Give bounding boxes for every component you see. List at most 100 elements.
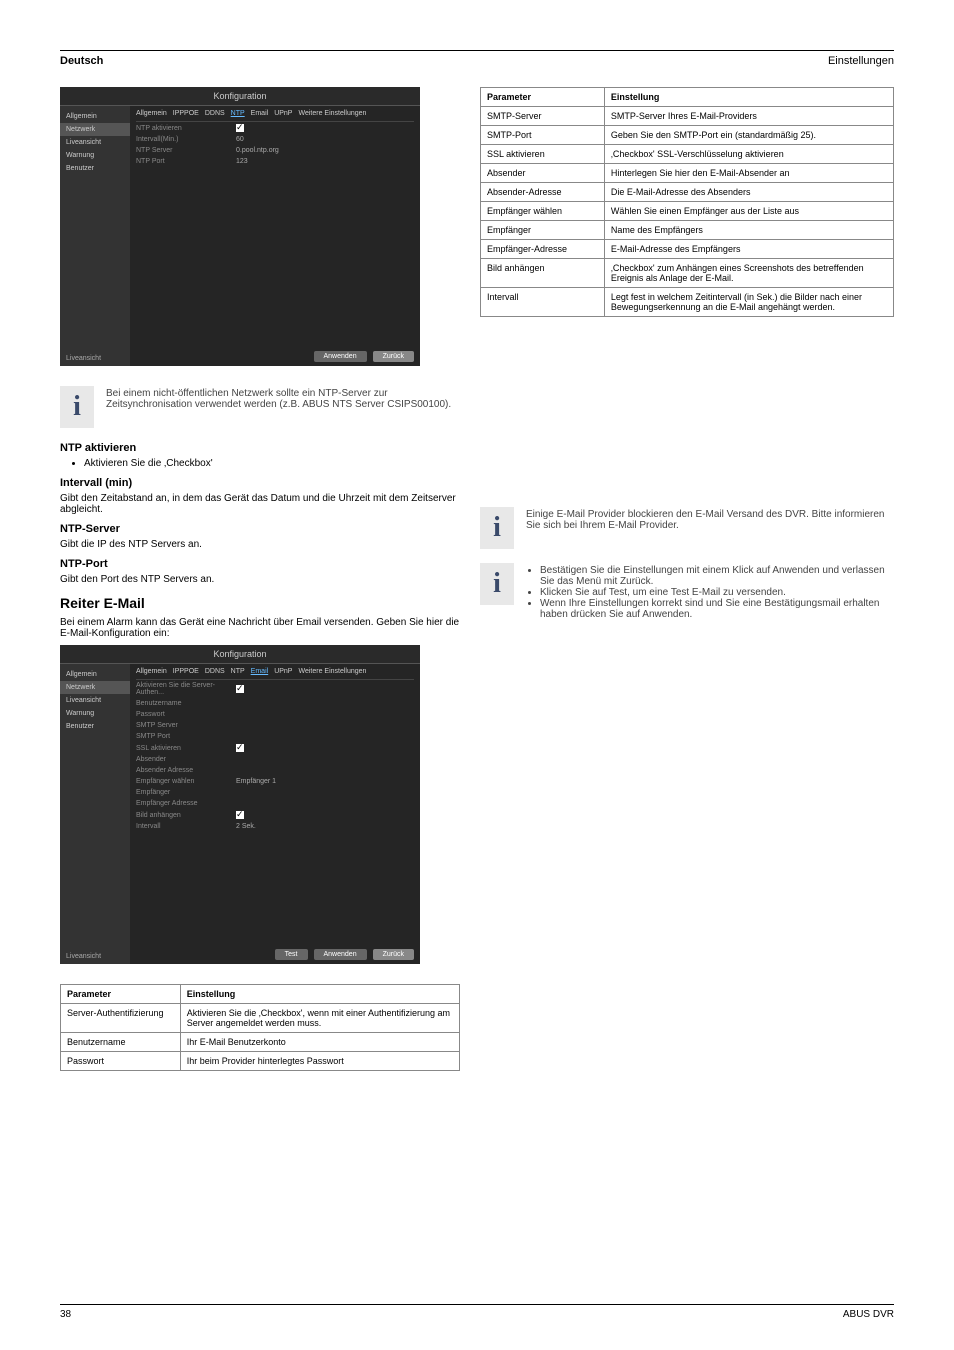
ntp-port-text: Gibt den Port des NTP Servers an. xyxy=(60,574,460,585)
tab-allgemein[interactable]: Allgemein xyxy=(136,110,167,117)
table1-h1: Parameter xyxy=(61,985,181,1004)
ntp-info-text: Bei einem nicht-öffentlichen Netzwerk so… xyxy=(106,386,460,410)
table-cell: ‚Checkbox' SSL-Verschlüsselung aktiviere… xyxy=(604,145,893,164)
email-ssl-checkbox[interactable] xyxy=(236,744,244,752)
table-cell: Passwort xyxy=(61,1052,181,1071)
tab-weitere[interactable]: Weitere Einstellungen xyxy=(298,110,366,117)
ntp-interval-value[interactable]: 60 xyxy=(236,136,244,143)
ntp-shot-sidebar: Allgemein Netzwerk Liveansicht Warnung B… xyxy=(60,106,130,366)
tab-upnp[interactable]: UPnP xyxy=(274,110,292,117)
sidebar-item-allgemein[interactable]: Allgemein xyxy=(60,110,130,123)
email-auth-label: Aktivieren Sie die Server-Authen... xyxy=(136,682,236,696)
table2-h2: Einstellung xyxy=(604,88,893,107)
tab-allgemein[interactable]: Allgemein xyxy=(136,668,167,675)
tab-weitere[interactable]: Weitere Einstellungen xyxy=(298,668,366,675)
email-recvaddr-label: Empfänger Adresse xyxy=(136,800,236,807)
tab-email[interactable]: Email xyxy=(251,110,269,117)
ntp-row-interval-label: Intervall(Min.) xyxy=(136,136,236,143)
email-senderaddr-label: Absender Adresse xyxy=(136,767,236,774)
email-liveansicht-label[interactable]: Liveansicht xyxy=(66,953,101,960)
email-attach-label: Bild anhängen xyxy=(136,812,236,819)
ntp-server-text: Gibt die IP des NTP Servers an. xyxy=(60,539,460,550)
tab-ntp[interactable]: NTP xyxy=(231,110,245,117)
email-apply-button[interactable]: Anwenden xyxy=(314,949,367,960)
email-test-button[interactable]: Test xyxy=(275,949,308,960)
sidebar-item-warnung[interactable]: Warnung xyxy=(60,707,130,720)
ntp-server-value[interactable]: 0.pool.ntp.org xyxy=(236,147,279,154)
tab-ddns[interactable]: DDNS xyxy=(205,110,225,117)
ntp-port-value[interactable]: 123 xyxy=(236,158,248,165)
email-smtp-label: SMTP Server xyxy=(136,722,236,729)
info-icon: i xyxy=(480,507,514,549)
table-cell: Absender-Adresse xyxy=(481,183,605,202)
table-cell: Empfänger-Adresse xyxy=(481,240,605,259)
tab-ddns[interactable]: DDNS xyxy=(205,668,225,675)
ntp-config-screenshot: Konfiguration Allgemein Netzwerk Liveans… xyxy=(60,87,420,366)
ntp-back-button[interactable]: Zurück xyxy=(373,351,414,362)
tab-ntp[interactable]: NTP xyxy=(231,668,245,675)
tab-email[interactable]: Email xyxy=(251,668,269,675)
tab-ipppoe[interactable]: IPPPOE xyxy=(173,110,199,117)
email-interval-value[interactable]: 2 Sek. xyxy=(236,823,256,830)
sidebar-item-benutzer[interactable]: Benutzer xyxy=(60,162,130,175)
ntp-server-heading: NTP-Server xyxy=(60,523,460,535)
table-cell: ‚Checkbox' zum Anhängen eines Screenshot… xyxy=(604,259,893,288)
email-params-table-2: Parameter Einstellung SMTP-ServerSMTP-Se… xyxy=(480,87,894,317)
footer-page-number: 38 xyxy=(60,1309,71,1320)
footer-product: ABUS DVR xyxy=(843,1309,894,1320)
ntp-enable-checkbox[interactable] xyxy=(236,124,244,132)
table-cell: Name des Empfängers xyxy=(604,221,893,240)
email-info-1: Einige E-Mail Provider blockieren den E-… xyxy=(526,507,894,531)
ntp-interval-heading: Intervall (min) xyxy=(60,477,460,489)
table-cell: Die E-Mail-Adresse des Absenders xyxy=(604,183,893,202)
table-cell: Ihr E-Mail Benutzerkonto xyxy=(180,1033,459,1052)
table-cell: Intervall xyxy=(481,288,605,317)
page-lang-header: Deutsch xyxy=(60,55,103,67)
ntp-shot-title: Konfiguration xyxy=(60,87,420,106)
table-cell: SMTP-Port xyxy=(481,126,605,145)
sidebar-item-netzwerk[interactable]: Netzwerk xyxy=(60,681,130,694)
email-info-2b: Klicken Sie auf Test, um eine Test E-Mai… xyxy=(540,587,894,598)
info-icon: i xyxy=(480,563,514,605)
sidebar-item-warnung[interactable]: Warnung xyxy=(60,149,130,162)
sidebar-item-netzwerk[interactable]: Netzwerk xyxy=(60,123,130,136)
table-cell: Empfänger xyxy=(481,221,605,240)
email-params-table-1: Parameter Einstellung Server-Authentifiz… xyxy=(60,984,460,1071)
email-intro-text: Bei einem Alarm kann das Gerät eine Nach… xyxy=(60,617,460,639)
email-section-heading: Reiter E-Mail xyxy=(60,595,460,611)
email-back-button[interactable]: Zurück xyxy=(373,949,414,960)
email-user-label: Benutzername xyxy=(136,700,236,707)
email-shot-title: Konfiguration xyxy=(60,645,420,664)
sidebar-item-liveansicht[interactable]: Liveansicht xyxy=(60,136,130,149)
sidebar-item-benutzer[interactable]: Benutzer xyxy=(60,720,130,733)
table-cell: Empfänger wählen xyxy=(481,202,605,221)
tab-upnp[interactable]: UPnP xyxy=(274,668,292,675)
table-cell: Hinterlegen Sie hier den E-Mail-Absender… xyxy=(604,164,893,183)
ntp-port-heading: NTP-Port xyxy=(60,558,460,570)
email-recvsel-value[interactable]: Empfänger 1 xyxy=(236,778,276,785)
ntp-enable-text: Aktivieren Sie die ‚Checkbox' xyxy=(84,458,460,469)
email-config-screenshot: Konfiguration Allgemein Netzwerk Liveans… xyxy=(60,645,420,964)
table-cell: SSL aktivieren xyxy=(481,145,605,164)
email-info-2c: Wenn Ihre Einstellungen korrekt sind und… xyxy=(540,598,894,620)
table-cell: Aktivieren Sie die ‚Checkbox', wenn mit … xyxy=(180,1004,459,1033)
sidebar-item-allgemein[interactable]: Allgemein xyxy=(60,668,130,681)
sidebar-item-liveansicht[interactable]: Liveansicht xyxy=(60,694,130,707)
table-cell: Wählen Sie einen Empfänger aus der Liste… xyxy=(604,202,893,221)
page-section-header: Einstellungen xyxy=(828,55,894,67)
ntp-row-port-label: NTP Port xyxy=(136,158,236,165)
ntp-apply-button[interactable]: Anwenden xyxy=(314,351,367,362)
ntp-liveansicht-label[interactable]: Liveansicht xyxy=(66,355,101,362)
email-recvsel-label: Empfänger wählen xyxy=(136,778,236,785)
table-cell: SMTP-Server xyxy=(481,107,605,126)
email-interval-label: Intervall xyxy=(136,823,236,830)
ntp-row-server-label: NTP Server xyxy=(136,147,236,154)
ntp-enable-heading: NTP aktivieren xyxy=(60,442,460,454)
table1-h2: Einstellung xyxy=(180,985,459,1004)
email-attach-checkbox[interactable] xyxy=(236,811,244,819)
table-cell: Benutzername xyxy=(61,1033,181,1052)
table-cell: Geben Sie den SMTP-Port ein (standardmäß… xyxy=(604,126,893,145)
table-cell: Legt fest in welchem Zeitintervall (in S… xyxy=(604,288,893,317)
email-auth-checkbox[interactable] xyxy=(236,685,244,693)
tab-ipppoe[interactable]: IPPPOE xyxy=(173,668,199,675)
